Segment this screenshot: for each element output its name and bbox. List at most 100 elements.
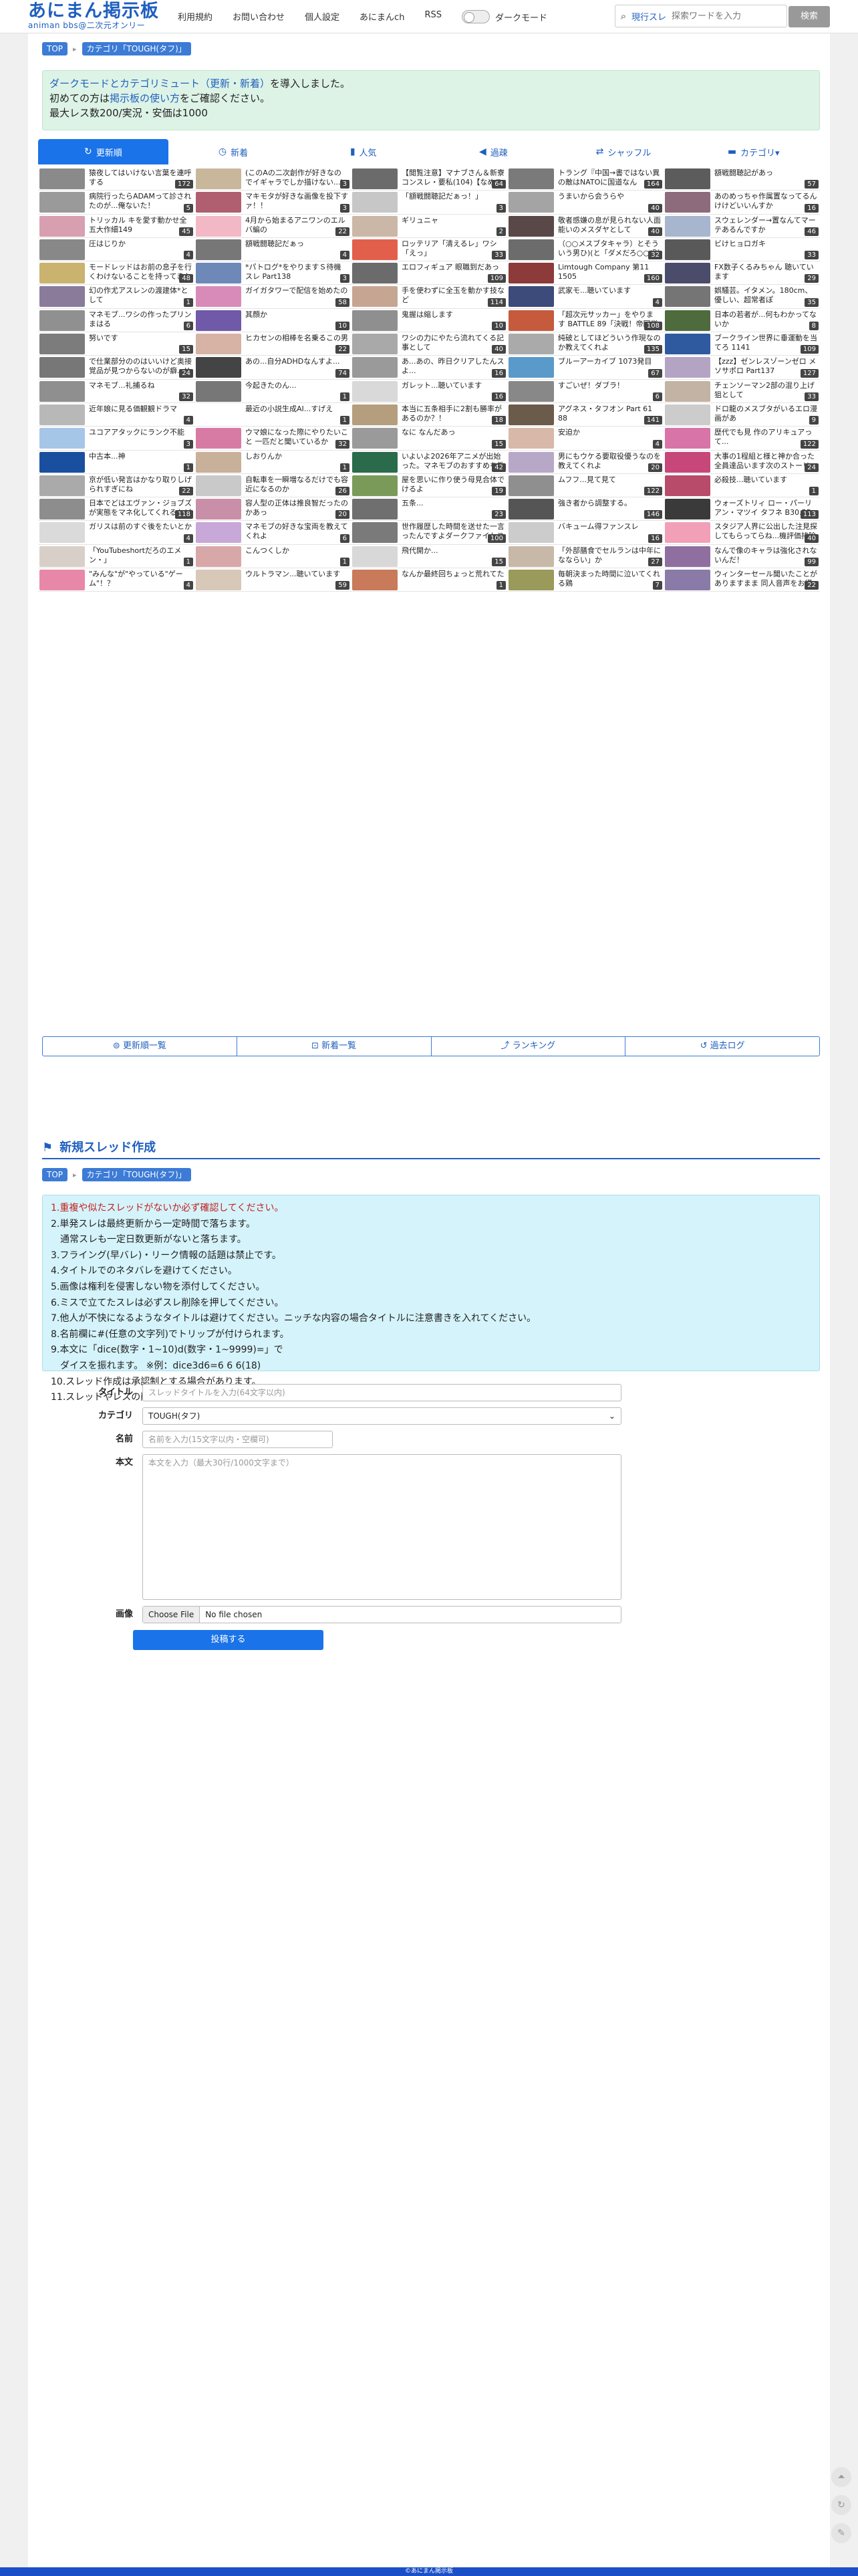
thread-item[interactable]: 五条... 23 bbox=[351, 497, 507, 521]
thread-item[interactable]: *パトログ*をやりますＳ待機スレ Part138 3 bbox=[194, 261, 351, 285]
thread-item[interactable]: 日本の若者が...何もわかってないか 8 bbox=[664, 309, 820, 333]
thread-item[interactable]: なに なんだあっ 15 bbox=[351, 427, 507, 451]
tab-0[interactable]: ↻ 更新順 bbox=[38, 139, 168, 164]
thread-item[interactable]: 手を使わずに全玉を動かす技など 114 bbox=[351, 285, 507, 309]
thread-item[interactable]: 今起きたのん... 1 bbox=[194, 380, 351, 403]
image-file-input[interactable]: Choose File No file chosen bbox=[142, 1606, 621, 1623]
thread-item[interactable]: ヒカセンの相棒を名乗るこの男 22 bbox=[194, 332, 351, 356]
thread-item[interactable]: (このAの二次創作が好きなのでイギャラでしか描けない...) 3 bbox=[194, 167, 351, 191]
thread-item[interactable]: ガイガタワーで配信を始めたの 58 bbox=[194, 285, 351, 309]
thread-item[interactable]: マネモブの好きな宝両を教えてくれよ 6 bbox=[194, 521, 351, 545]
link-archive[interactable]: ↺ 過去ログ bbox=[625, 1037, 819, 1056]
thread-item[interactable]: 必殺技...聴いています 1 bbox=[664, 474, 820, 498]
tab-3[interactable]: ◀ 過疎 bbox=[428, 139, 559, 164]
thread-item[interactable]: 武家モ...聴いています 4 bbox=[507, 285, 664, 309]
dark-mode-switch[interactable]: ダークモード bbox=[461, 10, 567, 23]
thread-item[interactable]: ワシの力にやたら流れてくる記事として 40 bbox=[351, 332, 507, 356]
thread-item[interactable]: ムフフ...見て見て 122 bbox=[507, 474, 664, 498]
body-textarea[interactable]: 本文を入力（最大30行/1000文字まで） bbox=[142, 1454, 621, 1600]
scroll-top-icon[interactable]: ⏶ bbox=[831, 2467, 851, 2487]
pencil-icon[interactable]: ✎ bbox=[831, 2523, 851, 2543]
thread-item[interactable]: ビけヒョロガキ 33 bbox=[664, 238, 820, 262]
thread-item[interactable]: 【閲覧注意】マナブさん＆新寮コンスレ・要私(104)【なめこ心注意】64 bbox=[351, 167, 507, 191]
link-ranking[interactable]: ⤴ ランキング bbox=[432, 1037, 626, 1056]
thread-item[interactable]: "みんな"が"やっている"ゲーム"！？ 4 bbox=[38, 568, 194, 592]
thread-item[interactable]: ロッテリア「清えるレ」ワシ「えっ」 33 bbox=[351, 238, 507, 262]
link-update-list[interactable]: ⊜ 更新順一覧 bbox=[43, 1037, 237, 1056]
choose-file-button[interactable]: Choose File bbox=[143, 1607, 200, 1623]
thread-item[interactable]: ブルーアーカイブ 1073発目 67 bbox=[507, 356, 664, 380]
nav-settings[interactable]: 個人設定 bbox=[305, 10, 339, 23]
thread-item[interactable]: マキモタが好きな画像を投下すァ！！ 3 bbox=[194, 191, 351, 215]
thread-item[interactable]: 「額戦闘聴記だぁっ！」 3 bbox=[351, 191, 507, 215]
thread-item[interactable]: 容人型の正体は推良智だったのかあっ 20 bbox=[194, 497, 351, 521]
thread-item[interactable]: あのめっちゃ作属置なってるんけけどいいんすか 16 bbox=[664, 191, 820, 215]
thread-item[interactable]: ユコアアタックにランク不能 3 bbox=[38, 427, 194, 451]
thread-item[interactable]: 「外部膳食でセルランは中年になならい」か 27 bbox=[507, 545, 664, 569]
nav-rss[interactable]: RSS bbox=[424, 10, 442, 23]
thread-item[interactable]: マネモブ...礼捕るね 32 bbox=[38, 380, 194, 403]
thread-item[interactable]: 額戦闘聴記だぁっ 4 bbox=[194, 238, 351, 262]
thread-item[interactable]: 最近の小説生成AI...すげえ 1 bbox=[194, 403, 351, 427]
search-button[interactable]: 検索 bbox=[789, 6, 830, 27]
nav-contact[interactable]: お問い合わせ bbox=[233, 10, 285, 23]
thread-item[interactable]: 娯騒芸。イタメン。180cm、優しい、超常者ぽ 35 bbox=[664, 285, 820, 309]
link-new-list[interactable]: ⊡ 新着一覧 bbox=[237, 1037, 432, 1056]
thread-item[interactable]: 4月から始まるアニワンのエルバ編の 22 bbox=[194, 215, 351, 238]
thread-item[interactable]: あ...あの、昨日クリアしたんスよ... 16 bbox=[351, 356, 507, 380]
thread-item[interactable]: うまいから会うらや 40 bbox=[507, 191, 664, 215]
thread-item[interactable]: ウィンターセール聞いたことがありますまま 同人音声をお得に購入できるこ22 bbox=[664, 568, 820, 592]
search-input[interactable] bbox=[672, 11, 772, 21]
thread-item[interactable]: バキューム得ファンスレ 16 bbox=[507, 521, 664, 545]
thread-item[interactable]: 純破としてほどういう作現なのか教えてくれよ 135 bbox=[507, 332, 664, 356]
thread-item[interactable]: 幻の作尤アスレンの渡建体*として 1 bbox=[38, 285, 194, 309]
thread-item[interactable]: ウォーズトリィ ロー・パーリアン・マツイ タフネ B30.5F 113 bbox=[664, 497, 820, 521]
thread-item[interactable]: 男にもウケる要取役優うなのを教えてくれよ 20 bbox=[507, 451, 664, 474]
thread-item[interactable]: ウマ娘になった際にやりたいこと 一匹だと聞いているか 32 bbox=[194, 427, 351, 451]
thread-item[interactable]: で仕業部分ののはいいけど奥接覚品が見つからないのが癖...!! 24 bbox=[38, 356, 194, 380]
thread-item[interactable]: マネモブ...ワシの作ったプリンまはる 6 bbox=[38, 309, 194, 333]
thread-item[interactable]: アグネス・タフオン Part 61 88 141 bbox=[507, 403, 664, 427]
thread-item[interactable]: 屋を思いに作り使う母見合体でけるよ 19 bbox=[351, 474, 507, 498]
thread-item[interactable]: Limtough Company 第11 1505 160 bbox=[507, 261, 664, 285]
thread-item[interactable]: 毎朝決まった時間に泣いてくれる鶏 7 bbox=[507, 568, 664, 592]
thread-item[interactable]: 額戦闘聴記があっ 57 bbox=[664, 167, 820, 191]
thread-item[interactable]: 「YouTubeshortだろのエメン・」 1 bbox=[38, 545, 194, 569]
thread-item[interactable]: （○○メスブタキャラ）とそういう男ひ)(と「ダメだろ○○(別のメスブタキャラの名… bbox=[507, 238, 664, 262]
thread-item[interactable]: ドロ龍のメスブタがいるエロ漫画があ 9 bbox=[664, 403, 820, 427]
thread-item[interactable]: あの...自分ADHDなんすよ... 74 bbox=[194, 356, 351, 380]
thread-item[interactable]: ギリュニャ 2 bbox=[351, 215, 507, 238]
thread-item[interactable]: 本当に五条相手に2割も勝率があるのか？！ 18 bbox=[351, 403, 507, 427]
name-input[interactable]: 名前を入力(15文字以内・空欄可) bbox=[142, 1431, 333, 1448]
thread-item[interactable]: 日本でどはエヴァン・ジョブズが実態をマネ化してくれるかどうか？まかしれらたんです… bbox=[38, 497, 194, 521]
thread-item[interactable]: いよいよ2026年アニメが出始った。マネモブのおすすめを教えてくれよ42 bbox=[351, 451, 507, 474]
thread-item[interactable]: 安迫か 4 bbox=[507, 427, 664, 451]
thread-item[interactable]: スタジア人界に公出した注見探してもらってらね...機評価排除を行政と取れらしても… bbox=[664, 521, 820, 545]
thread-item[interactable]: 近年娘に見る価観観ドラマ 4 bbox=[38, 403, 194, 427]
tab-5[interactable]: ▬ カテゴリ▾ bbox=[688, 139, 819, 164]
thread-item[interactable]: 京が低い発言はかなり取りしげられすぎにね 22 bbox=[38, 474, 194, 498]
title-input[interactable]: スレッドタイトルを入力(64文字以内) bbox=[142, 1384, 621, 1401]
usage-guide-link[interactable]: 掲示板の使い方 bbox=[110, 92, 180, 104]
thread-item[interactable]: ブークライン世界に垂運動を当てろ 1141 109 bbox=[664, 332, 820, 356]
tab-2[interactable]: ▮ 人気 bbox=[298, 139, 429, 164]
thread-item[interactable]: 強き者から調整する。 146 bbox=[507, 497, 664, 521]
notice-feature-link[interactable]: ダークモードとカテゴリミュート（更新・新着） bbox=[49, 78, 270, 90]
dark-mode-toggle[interactable] bbox=[461, 10, 490, 23]
thread-item[interactable]: 猿夜してはいけない言葉を連呼する 172 bbox=[38, 167, 194, 191]
thread-item[interactable]: こんつくしか 1 bbox=[194, 545, 351, 569]
thread-item[interactable]: 飛代開か... 15 bbox=[351, 545, 507, 569]
thread-item[interactable]: すごいぜ！ダブラ！ 6 bbox=[507, 380, 664, 403]
thread-item[interactable]: 【zzz】ゼンレスゾーンゼロ メソサポロ Part137 127 bbox=[664, 356, 820, 380]
thread-item[interactable]: なんか最終回ちょっと荒れてた 1 bbox=[351, 568, 507, 592]
thread-item[interactable]: 世作履歴した時間を送せた一言ったんですよダークファイトス先生100 bbox=[351, 521, 507, 545]
thread-item[interactable]: ガリスは前のすぐ後をたいとか 4 bbox=[38, 521, 194, 545]
thread-item[interactable]: ガレット...聴いています 16 bbox=[351, 380, 507, 403]
thread-item[interactable]: エロフィギュア 眼職到だあっ 109 bbox=[351, 261, 507, 285]
thread-item[interactable]: FX数子くるみちゃん 聴いています 29 bbox=[664, 261, 820, 285]
site-logo[interactable]: あにまん掲示板 animan bbs@二次元オンリー bbox=[28, 1, 159, 30]
breadcrumb-category[interactable]: カテゴリ「TOUGH(タフ)」 bbox=[82, 42, 191, 55]
breadcrumb-category[interactable]: カテゴリ「TOUGH(タフ)」 bbox=[82, 1168, 191, 1181]
reload-icon[interactable]: ↻ bbox=[831, 2495, 851, 2515]
tab-1[interactable]: ◷ 新着 bbox=[168, 139, 299, 164]
